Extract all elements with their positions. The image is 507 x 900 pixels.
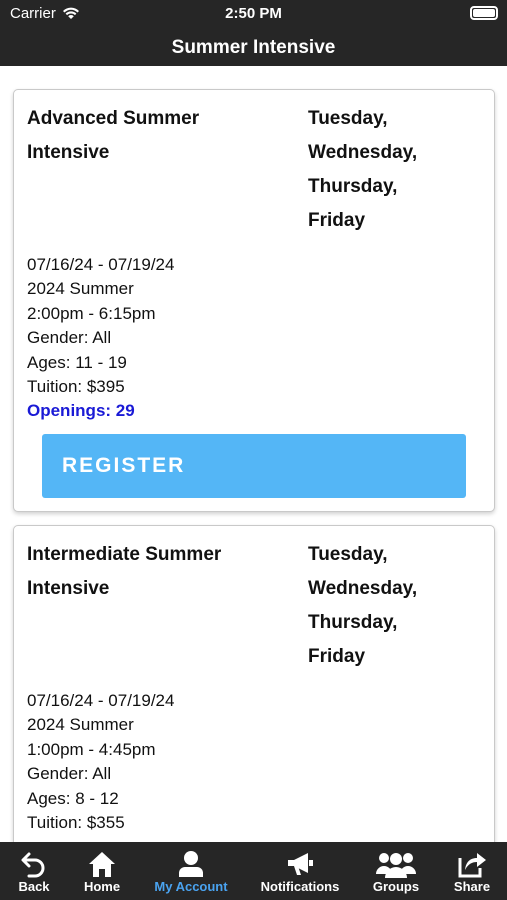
tab-label: My Account — [154, 879, 228, 894]
class-ages: Ages: 8 - 12 — [27, 788, 119, 808]
register-button[interactable]: REGISTER — [42, 434, 466, 498]
class-day: Wednesday, — [308, 578, 418, 599]
class-list[interactable]: Advanced Summer Intensive Tuesday, Wedne… — [0, 66, 507, 842]
share-icon — [458, 853, 486, 878]
class-days: Tuesday, Wednesday, Thursday, Friday — [308, 538, 488, 674]
class-day: Tuesday, — [308, 544, 388, 565]
class-card: Advanced Summer Intensive Tuesday, Wedne… — [13, 89, 495, 512]
class-day: Wednesday, — [308, 142, 418, 163]
tab-label: Notifications — [260, 879, 340, 894]
class-time: 1:00pm - 4:45pm — [27, 739, 156, 759]
megaphone-icon — [288, 853, 313, 875]
tab-bar: Back Home My Account Notifications Group… — [0, 842, 507, 900]
class-details: 07/16/24 - 07/19/24 2024 Summer 1:00pm -… — [27, 689, 467, 835]
class-day: Friday — [308, 210, 366, 231]
class-name: Advanced Summer Intensive — [27, 108, 200, 163]
class-day: Friday — [308, 646, 366, 667]
class-gender: Gender: All — [27, 764, 112, 784]
class-openings: Openings: 29 — [27, 401, 135, 421]
status-time: 2:50 PM — [225, 5, 282, 22]
class-day: Thursday, — [308, 612, 398, 633]
battery-icon — [470, 6, 498, 20]
class-details: 07/16/24 - 07/19/24 2024 Summer 2:00pm -… — [27, 253, 467, 424]
tab-label: Share — [453, 879, 491, 894]
status-bar: Carrier 2:50 PM — [0, 0, 507, 28]
class-gender: Gender: All — [27, 328, 112, 348]
tab-groups[interactable]: Groups — [366, 842, 426, 900]
user-icon — [179, 851, 203, 877]
tab-my-account[interactable]: My Account — [146, 842, 236, 900]
class-time: 2:00pm - 6:15pm — [27, 303, 156, 323]
home-icon — [89, 852, 115, 877]
class-session: 2024 Summer — [27, 279, 134, 299]
class-session: 2024 Summer — [27, 715, 134, 735]
class-dates: 07/16/24 - 07/19/24 — [27, 691, 175, 710]
groups-icon — [376, 853, 416, 878]
class-tuition: Tuition: $355 — [27, 813, 125, 833]
class-ages: Ages: 11 - 19 — [27, 352, 127, 372]
class-days: Tuesday, Wednesday, Thursday, Friday — [308, 102, 488, 238]
tab-notifications[interactable]: Notifications — [255, 842, 345, 900]
page-title: Summer Intensive — [171, 37, 336, 58]
class-dates: 07/16/24 - 07/19/24 — [27, 255, 175, 274]
tab-label: Home — [83, 879, 121, 894]
tab-label: Groups — [372, 879, 420, 894]
back-arrow-icon — [21, 852, 45, 878]
class-day: Thursday, — [308, 176, 398, 197]
tab-back[interactable]: Back — [4, 842, 64, 900]
class-day: Tuesday, — [308, 108, 388, 129]
tab-label: Back — [18, 879, 50, 894]
class-name: Intermediate Summer Intensive — [27, 544, 222, 599]
class-tuition: Tuition: $395 — [27, 377, 125, 397]
tab-share[interactable]: Share — [442, 842, 502, 900]
class-card: Intermediate Summer Intensive Tuesday, W… — [13, 525, 495, 842]
tab-home[interactable]: Home — [72, 842, 132, 900]
nav-bar: Summer Intensive — [0, 28, 507, 66]
